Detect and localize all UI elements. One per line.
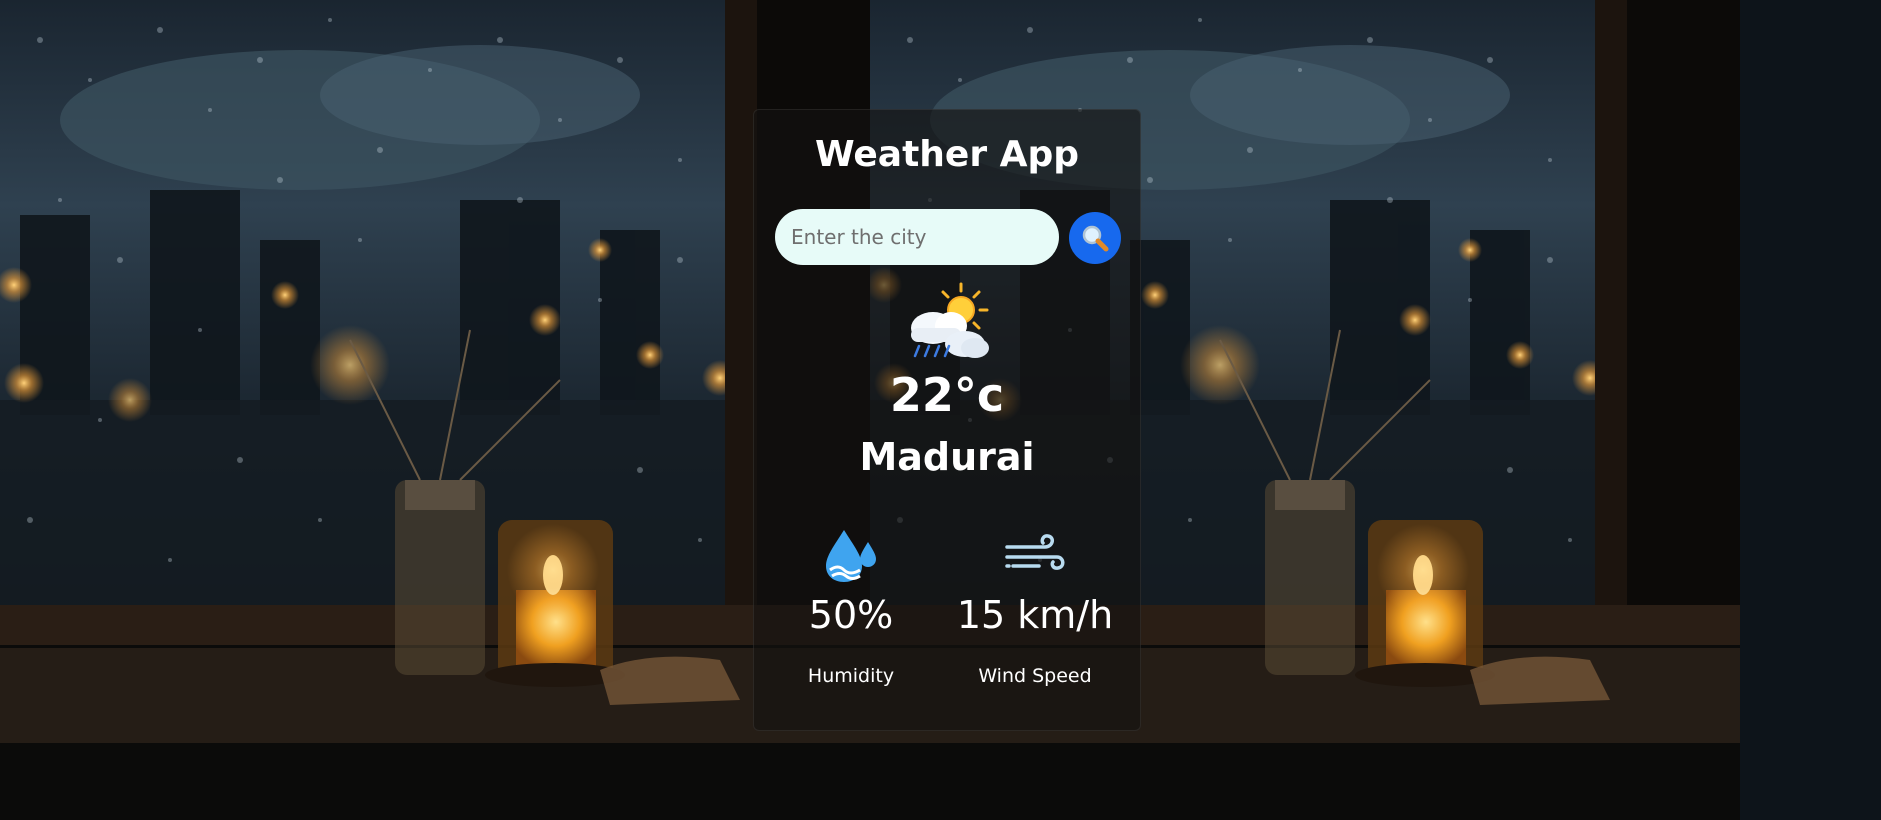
humidity-label: Humidity xyxy=(807,665,895,687)
partly-cloudy-rain-icon xyxy=(903,282,993,362)
wind-speed-label: Wind Speed xyxy=(978,665,1092,687)
search-button[interactable] xyxy=(1069,212,1121,264)
rainy-window-scene-left xyxy=(0,0,870,820)
app-title: Weather App xyxy=(814,134,1080,175)
city-search-input[interactable] xyxy=(775,209,1059,265)
humidity-detail: 50% Humidity xyxy=(766,525,936,687)
wind-detail: 15 km/h Wind Speed xyxy=(950,525,1120,687)
weather-card: Weather App Enter the city 22°c Madurai … xyxy=(753,109,1141,731)
search-bar xyxy=(775,209,1125,265)
humidity-value: 50% xyxy=(808,593,894,637)
wind-speed-value: 15 km/h xyxy=(956,593,1114,637)
temperature: 22°c xyxy=(889,368,1005,422)
magnifier-icon xyxy=(1082,225,1109,252)
humidity-drops-icon xyxy=(826,530,876,582)
city-name: Madurai xyxy=(859,435,1035,479)
wind-icon xyxy=(1005,534,1065,570)
